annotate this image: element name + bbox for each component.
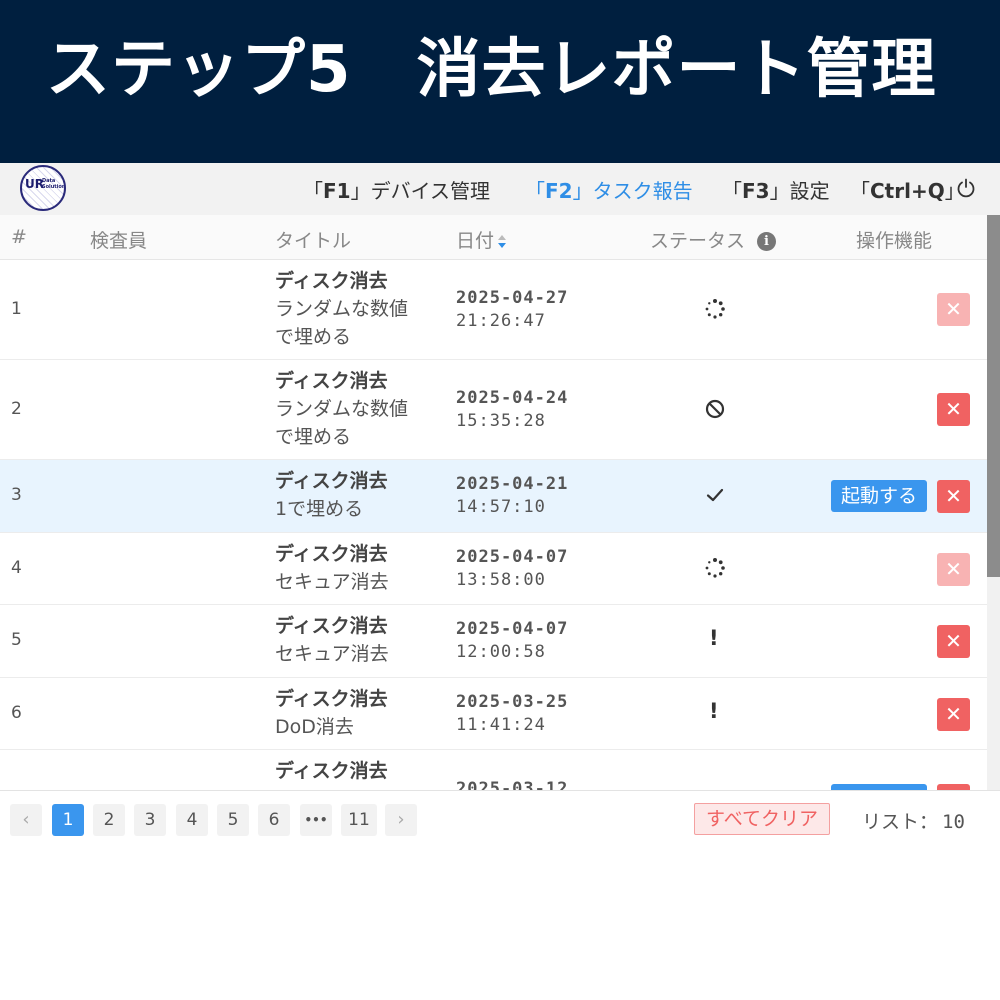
row-title: ディスク消去 ランダムな数値 で埋める [275, 370, 409, 448]
row-date: 2025-04-21 14:57:10 [456, 474, 569, 517]
page-button-3[interactable]: 3 [134, 804, 166, 836]
row-title: ディスク消去 セキュア消去 [275, 615, 389, 665]
row-num: 6 [11, 703, 22, 723]
step-banner: ステップ5 消去レポート管理 [0, 0, 1000, 163]
row-title: ディスク消去 ランダムな数値 で埋める [275, 270, 409, 348]
power-icon[interactable] [956, 178, 976, 198]
prev-page-button[interactable]: ‹ [10, 804, 42, 836]
row-date: 2025-03-25 11:41:24 [456, 692, 569, 735]
row-title: ディスク消去 [275, 760, 388, 782]
info-icon[interactable]: i [757, 232, 777, 251]
table-scrollbar[interactable] [987, 215, 1000, 790]
next-page-button[interactable]: › [385, 804, 417, 836]
page-button-6[interactable]: 6 [258, 804, 290, 836]
table-row: 2 ディスク消去 ランダムな数値 で埋める 2025-04-24 15:35:2… [0, 360, 987, 460]
row-date: 2025-04-24 15:35:28 [456, 388, 569, 431]
page-button-4[interactable]: 4 [176, 804, 208, 836]
page-ellipsis-button[interactable]: ••• [300, 804, 332, 836]
warning-icon: ! [709, 626, 719, 650]
clear-all-button[interactable]: すべてクリア [694, 803, 830, 835]
delete-button[interactable]: ✕ [937, 698, 970, 731]
delete-button[interactable]: ✕ [937, 480, 970, 513]
row-num: 3 [11, 485, 22, 505]
pagination-bar: ‹ 1 2 3 4 5 6 ••• 11 › [0, 790, 1000, 848]
delete-button[interactable]: ✕ [937, 393, 970, 426]
row-title: ディスク消去 1で埋める [275, 470, 388, 520]
company-logo-icon: UR Data Solutions [20, 165, 66, 211]
banner-title: ステップ5 消去レポート管理 [46, 33, 937, 107]
row-date: 2025-04-07 12:00:58 [456, 619, 569, 662]
list-count: リスト： 10 [862, 811, 965, 833]
table-row: 1 ディスク消去 ランダムな数値 で埋める 2025-04-27 21:26:4… [0, 260, 987, 360]
header-num: # [11, 226, 27, 248]
page-button-2[interactable]: 2 [93, 804, 125, 836]
page-button-5[interactable]: 5 [217, 804, 249, 836]
header-ops: 操作機能 [856, 230, 933, 252]
nav-item-task-report[interactable]: 「F2」タスク報告 [525, 175, 693, 204]
row-title: ディスク消去 DoD消去 [275, 688, 388, 738]
table-row: 6 ディスク消去 DoD消去 2025-03-25 11:41:24 ! ✕ [0, 678, 987, 750]
warning-icon: ! [709, 699, 719, 723]
top-navbar: UR Data Solutions 「F1」デバイス管理 「F2」タスク報告 「… [0, 163, 1000, 215]
table-row: ディスク消去 2025-03-12 [0, 750, 987, 790]
table-row: 4 ディスク消去 セキュア消去 2025-04-07 13:58:00 ✕ [0, 533, 987, 605]
table-row: 5 ディスク消去 セキュア消去 2025-04-07 12:00:58 ! ✕ [0, 605, 987, 678]
row-date: 2025-03-12 [456, 779, 569, 790]
ban-icon [705, 399, 725, 419]
row-num: 1 [11, 299, 22, 319]
check-icon [706, 488, 724, 502]
header-date[interactable]: 日付 [456, 226, 507, 253]
header-status: ステータス i [650, 226, 777, 253]
header-title: タイトル [275, 230, 352, 252]
delete-button[interactable]: ✕ [937, 553, 970, 586]
spinner-icon [705, 558, 725, 578]
page-button-1[interactable]: 1 [52, 804, 84, 836]
table-header: # 検査員 タイトル 日付 ステータス i 操作機能 [0, 215, 987, 260]
nav-item-quit[interactable]: 「Ctrl+Q」 [850, 175, 965, 204]
delete-button[interactable]: ✕ [937, 293, 970, 326]
row-date: 2025-04-27 21:26:47 [456, 288, 569, 331]
row-num: 4 [11, 558, 22, 578]
start-button[interactable]: 起動する [831, 480, 927, 512]
sort-icon[interactable] [498, 234, 507, 250]
nav-item-settings[interactable]: 「F3」設定 [722, 175, 830, 204]
scrollbar-thumb[interactable] [987, 215, 1000, 577]
page-button-11[interactable]: 11 [341, 804, 377, 836]
report-table: # 検査員 タイトル 日付 ステータス i 操作機能 1 ディスク消去 ランダムな… [0, 215, 987, 790]
spinner-icon [705, 299, 725, 319]
row-date: 2025-04-07 13:58:00 [456, 547, 569, 590]
header-inspector: 検査員 [90, 230, 148, 252]
table-row: 3 ディスク消去 1で埋める 2025-04-21 14:57:10 起動する … [0, 460, 987, 533]
row-num: 5 [11, 630, 22, 650]
row-num: 2 [11, 399, 22, 419]
nav-item-device-management[interactable]: 「F1」デバイス管理 [303, 175, 490, 204]
row-title: ディスク消去 セキュア消去 [275, 543, 389, 593]
delete-button[interactable]: ✕ [937, 625, 970, 658]
